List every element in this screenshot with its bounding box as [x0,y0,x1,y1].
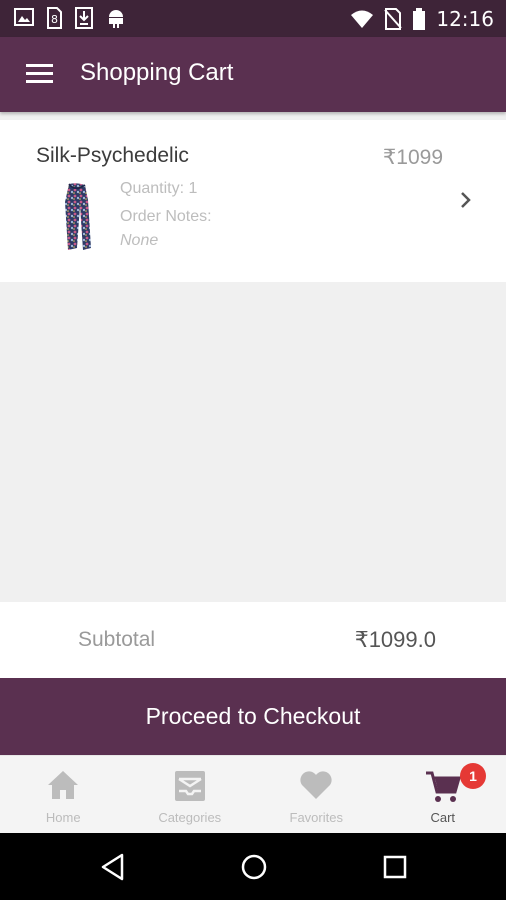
subtotal-value: ₹1099.0 [354,627,436,652]
system-status-icons: 12:16 [350,7,494,31]
subtotal-label: Subtotal [78,628,156,651]
page-title: Shopping Cart [80,59,234,86]
status-bar: 8 12:16 [0,0,506,37]
product-price: ₹1099 [382,146,443,169]
product-name: Silk-Psychedelic [36,144,189,167]
cart-item[interactable]: Silk-Psychedelic ₹1099 Quantity: 1 Order… [0,120,506,282]
hamburger-menu-icon[interactable] [26,64,53,84]
system-nav-bar [0,833,506,900]
back-icon[interactable] [100,853,126,881]
home-circle-icon[interactable] [240,853,268,881]
scarf-thumbnail [65,183,91,250]
nav-label-favorites: Favorites [289,810,343,825]
svg-text:8: 8 [51,13,58,26]
nav-label-home: Home [45,810,81,825]
nav-item-favorites[interactable]: Favorites [253,756,380,833]
android-icon [109,10,123,28]
nav-item-cart[interactable]: Cart [380,756,506,833]
app-bar: Shopping Cart [0,37,506,112]
nav-label-cart: Cart [430,810,456,825]
cart-count-badge: 1 [460,763,486,789]
download-icon [75,7,93,29]
nav-label-categories: Categories [158,810,222,825]
nav-item-categories[interactable]: Categories [127,756,254,833]
bottom-nav: Home Categories Favorites Cart [0,755,506,833]
image-icon [14,8,34,26]
heart-icon [300,771,332,799]
chevron-right-icon[interactable] [458,188,474,212]
cart-icon [425,771,461,802]
sim-download-icon: 8 [47,7,62,29]
notification-icons: 8 [14,7,126,29]
battery-icon [413,8,426,30]
quantity-text: Quantity: 1 [120,180,198,197]
no-sim-icon [384,8,403,30]
status-clock: 12:16 [436,7,494,31]
recents-icon[interactable] [382,853,408,881]
proceed-to-checkout-button[interactable]: Proceed to Checkout [0,678,506,755]
order-notes-value: None [120,232,159,249]
order-notes-label: Order Notes: [120,208,212,225]
categories-icon [174,771,205,801]
subtotal-bar: Subtotal ₹1099.0 [0,602,506,678]
home-icon [48,771,79,799]
nav-item-home[interactable]: Home [0,756,127,833]
wifi-icon [351,10,374,28]
